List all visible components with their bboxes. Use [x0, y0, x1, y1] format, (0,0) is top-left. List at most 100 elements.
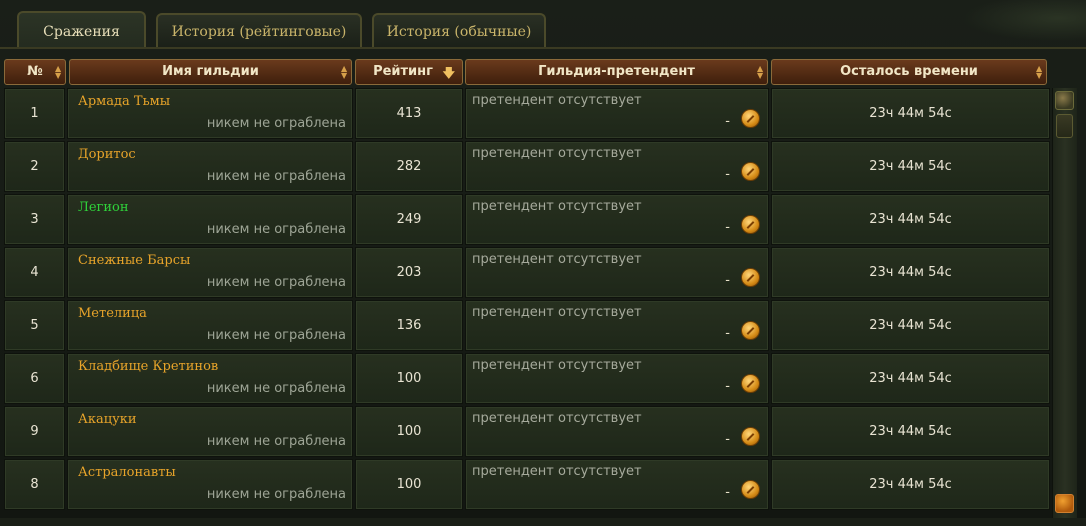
pretender-amount: -: [725, 167, 730, 182]
column-header-name-label: Имя гильдии: [162, 64, 259, 79]
rob-status: никем не ограблена: [206, 169, 346, 184]
table-row[interactable]: 8 Астралонавты никем не ограблена 100 пр…: [4, 459, 1050, 510]
gold-coin-icon[interactable]: [741, 321, 760, 340]
rank-cell: 1: [4, 88, 65, 139]
gold-coin-icon[interactable]: [741, 109, 760, 128]
sort-toggle-icon: ▲ ▼: [341, 64, 348, 80]
rob-status: никем не ограблена: [206, 116, 346, 131]
rating-cell: 100: [355, 459, 463, 510]
table-row[interactable]: 1 Армада Тьмы никем не ограблена 413 пре…: [4, 88, 1050, 139]
column-header-rating-label: Рейтинг: [373, 64, 433, 79]
sort-toggle-icon: ▲ ▼: [757, 64, 764, 80]
time-left-cell: 23ч 44м 54с: [771, 406, 1050, 457]
guild-name[interactable]: Метелица: [78, 306, 147, 321]
column-header-pretender-label: Гильдия-претендент: [538, 64, 695, 79]
gold-coin-icon[interactable]: [741, 268, 760, 287]
guild-name[interactable]: Астралонавты: [78, 465, 176, 480]
gold-coin-icon[interactable]: [741, 427, 760, 446]
column-header-rating[interactable]: Рейтинг 🡇: [355, 59, 463, 85]
pretender-amount: -: [725, 379, 730, 394]
pretender-text: претендент отсутствует: [472, 411, 642, 426]
pretender-text: претендент отсутствует: [472, 358, 642, 373]
rating-cell: 413: [355, 88, 463, 139]
rank-cell: 4: [4, 247, 65, 298]
guild-name-cell: Метелица никем не ограблена: [67, 300, 353, 351]
guild-name[interactable]: Армада Тьмы: [78, 94, 170, 109]
rob-status: никем не ограблена: [206, 222, 346, 237]
guild-name-cell: Кладбище Кретинов никем не ограблена: [67, 353, 353, 404]
table-row[interactable]: 6 Кладбище Кретинов никем не ограблена 1…: [4, 353, 1050, 404]
pretender-cell: претендент отсутствует -: [465, 194, 769, 245]
scroll-down-button[interactable]: [1055, 494, 1074, 513]
rating-cell: 203: [355, 247, 463, 298]
pretender-amount: -: [725, 485, 730, 500]
guild-name[interactable]: Доритос: [78, 147, 136, 162]
pretender-amount: -: [725, 326, 730, 341]
guild-name-cell: Доритос никем не ограблена: [67, 141, 353, 192]
scroll-thumb[interactable]: [1056, 114, 1073, 138]
rank-cell: 8: [4, 459, 65, 510]
column-header-pretender[interactable]: Гильдия-претендент ▲ ▼: [465, 59, 768, 85]
rank-cell: 5: [4, 300, 65, 351]
rating-cell: 100: [355, 353, 463, 404]
tab-battles[interactable]: Сражения: [17, 11, 146, 49]
tab-underline: [0, 47, 1086, 49]
tab-bar: Сражения История (рейтинговые) История (…: [0, 0, 1086, 49]
pretender-amount: -: [725, 114, 730, 129]
window-bottom-edge: [0, 518, 1086, 526]
tab-history-rated[interactable]: История (рейтинговые): [156, 13, 362, 47]
table-row[interactable]: 3 Легион никем не ограблена 249 претенде…: [4, 194, 1050, 245]
gold-coin-icon[interactable]: [741, 374, 760, 393]
rob-status: никем не ограблена: [206, 434, 346, 449]
table-row[interactable]: 5 Метелица никем не ограблена 136 претен…: [4, 300, 1050, 351]
pretender-text: претендент отсутствует: [472, 93, 642, 108]
pretender-text: претендент отсутствует: [472, 146, 642, 161]
pretender-cell: претендент отсутствует -: [465, 406, 769, 457]
rating-cell: 282: [355, 141, 463, 192]
pretender-text: претендент отсутствует: [472, 464, 642, 479]
guild-name[interactable]: Снежные Барсы: [78, 253, 190, 268]
time-left-cell: 23ч 44м 54с: [771, 141, 1050, 192]
rating-cell: 100: [355, 406, 463, 457]
rank-cell: 2: [4, 141, 65, 192]
guild-table: 1 Армада Тьмы никем не ограблена 413 пре…: [0, 88, 1050, 518]
rob-status: никем не ограблена: [206, 487, 346, 502]
guild-name-cell: Астралонавты никем не ограблена: [67, 459, 353, 510]
table-row[interactable]: 2 Доритос никем не ограблена 282 претенд…: [4, 141, 1050, 192]
pretender-amount: -: [725, 432, 730, 447]
pretender-cell: претендент отсутствует -: [465, 88, 769, 139]
column-header-num[interactable]: № ▲ ▼: [4, 59, 66, 85]
table-row[interactable]: 9 Акацуки никем не ограблена 100 претенд…: [4, 406, 1050, 457]
pretender-cell: претендент отсутствует -: [465, 141, 769, 192]
tab-history-normal[interactable]: История (обычные): [372, 13, 546, 47]
time-left-cell: 23ч 44м 54с: [771, 459, 1050, 510]
gold-coin-icon[interactable]: [741, 162, 760, 181]
sort-descending-icon: 🡇: [442, 66, 455, 80]
guild-battles-window: Сражения История (рейтинговые) История (…: [0, 0, 1086, 526]
guild-name[interactable]: Акацуки: [78, 412, 137, 427]
guild-name[interactable]: Легион: [78, 200, 129, 215]
rating-cell: 136: [355, 300, 463, 351]
time-left-cell: 23ч 44м 54с: [771, 300, 1050, 351]
vertical-scrollbar[interactable]: [1052, 88, 1077, 518]
time-left-cell: 23ч 44м 54с: [771, 247, 1050, 298]
pretender-cell: претендент отсутствует -: [465, 353, 769, 404]
pretender-amount: -: [725, 220, 730, 235]
rating-cell: 249: [355, 194, 463, 245]
table-row[interactable]: 4 Снежные Барсы никем не ограблена 203 п…: [4, 247, 1050, 298]
column-header-name[interactable]: Имя гильдии ▲ ▼: [69, 59, 352, 85]
sort-toggle-icon: ▲ ▼: [55, 64, 62, 80]
pretender-cell: претендент отсутствует -: [465, 300, 769, 351]
gold-coin-icon[interactable]: [741, 480, 760, 499]
time-left-cell: 23ч 44м 54с: [771, 88, 1050, 139]
scroll-up-button[interactable]: [1055, 91, 1074, 110]
guild-name[interactable]: Кладбище Кретинов: [78, 359, 218, 374]
pretender-text: претендент отсутствует: [472, 305, 642, 320]
rob-status: никем не ограблена: [206, 381, 346, 396]
column-header-time-label: Осталось времени: [840, 64, 978, 79]
pretender-text: претендент отсутствует: [472, 252, 642, 267]
guild-name-cell: Армада Тьмы никем не ограблена: [67, 88, 353, 139]
sort-toggle-icon: ▲ ▼: [1036, 64, 1043, 80]
gold-coin-icon[interactable]: [741, 215, 760, 234]
column-header-time[interactable]: Осталось времени ▲ ▼: [771, 59, 1047, 85]
